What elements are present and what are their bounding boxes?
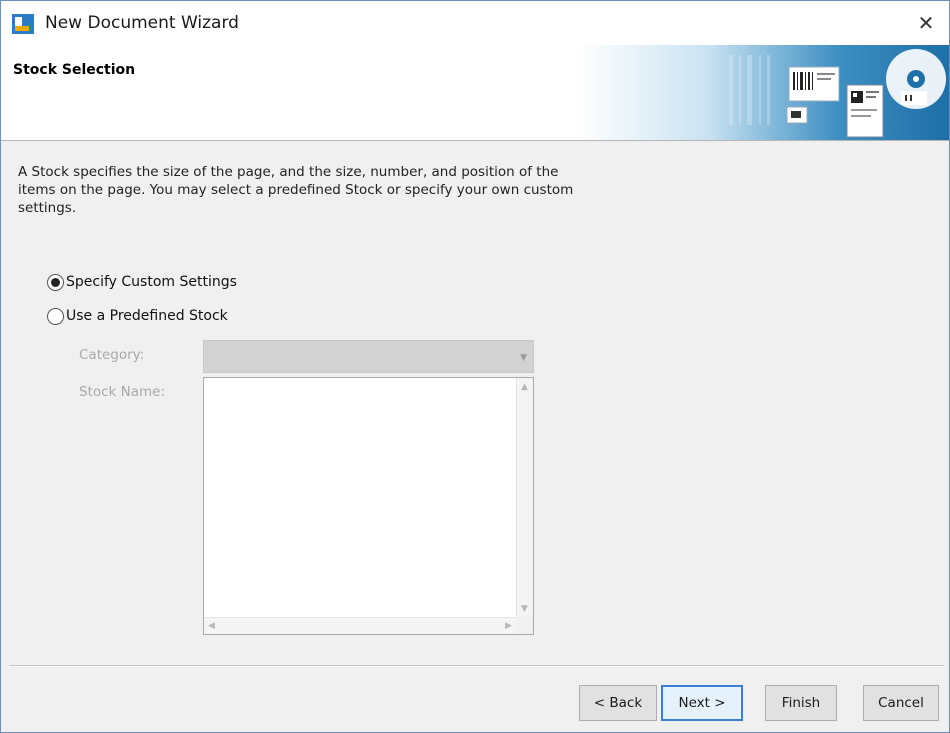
app-logo-icon xyxy=(12,14,34,34)
predefined-stock-label: Use a Predefined Stock xyxy=(66,308,228,324)
next-button[interactable]: Next > xyxy=(661,685,743,721)
back-button[interactable]: < Back xyxy=(579,685,657,721)
stock-description: A Stock specifies the size of the page, … xyxy=(18,164,574,216)
wizard-window: New Document Wizard ✕ Stock Selection A … xyxy=(0,0,950,733)
predefined-stock-radio[interactable] xyxy=(47,307,64,325)
custom-settings-label: Specify Custom Settings xyxy=(66,274,237,290)
category-select[interactable]: ▼ xyxy=(203,340,534,373)
custom-settings-option[interactable]: Specify Custom Settings xyxy=(47,271,237,293)
label-stock-illustration-icon xyxy=(579,45,949,140)
stock-name-label: Stock Name: xyxy=(79,384,166,400)
category-label: Category: xyxy=(79,347,145,363)
page-title: Stock Selection xyxy=(13,62,136,78)
close-icon: ✕ xyxy=(917,11,935,35)
custom-settings-radio[interactable] xyxy=(47,273,64,291)
horizontal-scrollbar[interactable]: ◀ ▶ xyxy=(204,617,516,634)
scroll-right-icon[interactable]: ▶ xyxy=(505,621,512,631)
vertical-scrollbar[interactable]: ▲ ▼ xyxy=(516,378,533,618)
scroll-up-icon[interactable]: ▲ xyxy=(521,382,528,392)
chevron-down-icon: ▼ xyxy=(520,353,527,363)
finish-button[interactable]: Finish xyxy=(765,685,837,721)
title-bar: New Document Wizard ✕ xyxy=(1,1,949,45)
window-title: New Document Wizard xyxy=(45,13,239,33)
footer-divider xyxy=(9,665,944,667)
close-button[interactable]: ✕ xyxy=(903,1,949,45)
scrollbar-corner xyxy=(516,617,533,634)
wizard-header: Stock Selection xyxy=(1,45,949,141)
scroll-left-icon[interactable]: ◀ xyxy=(208,621,215,631)
predefined-stock-option[interactable]: Use a Predefined Stock xyxy=(47,305,228,327)
scroll-down-icon[interactable]: ▼ xyxy=(521,604,528,614)
stock-name-list[interactable]: ▲ ▼ ◀ ▶ xyxy=(203,377,534,635)
cancel-button[interactable]: Cancel xyxy=(863,685,939,721)
